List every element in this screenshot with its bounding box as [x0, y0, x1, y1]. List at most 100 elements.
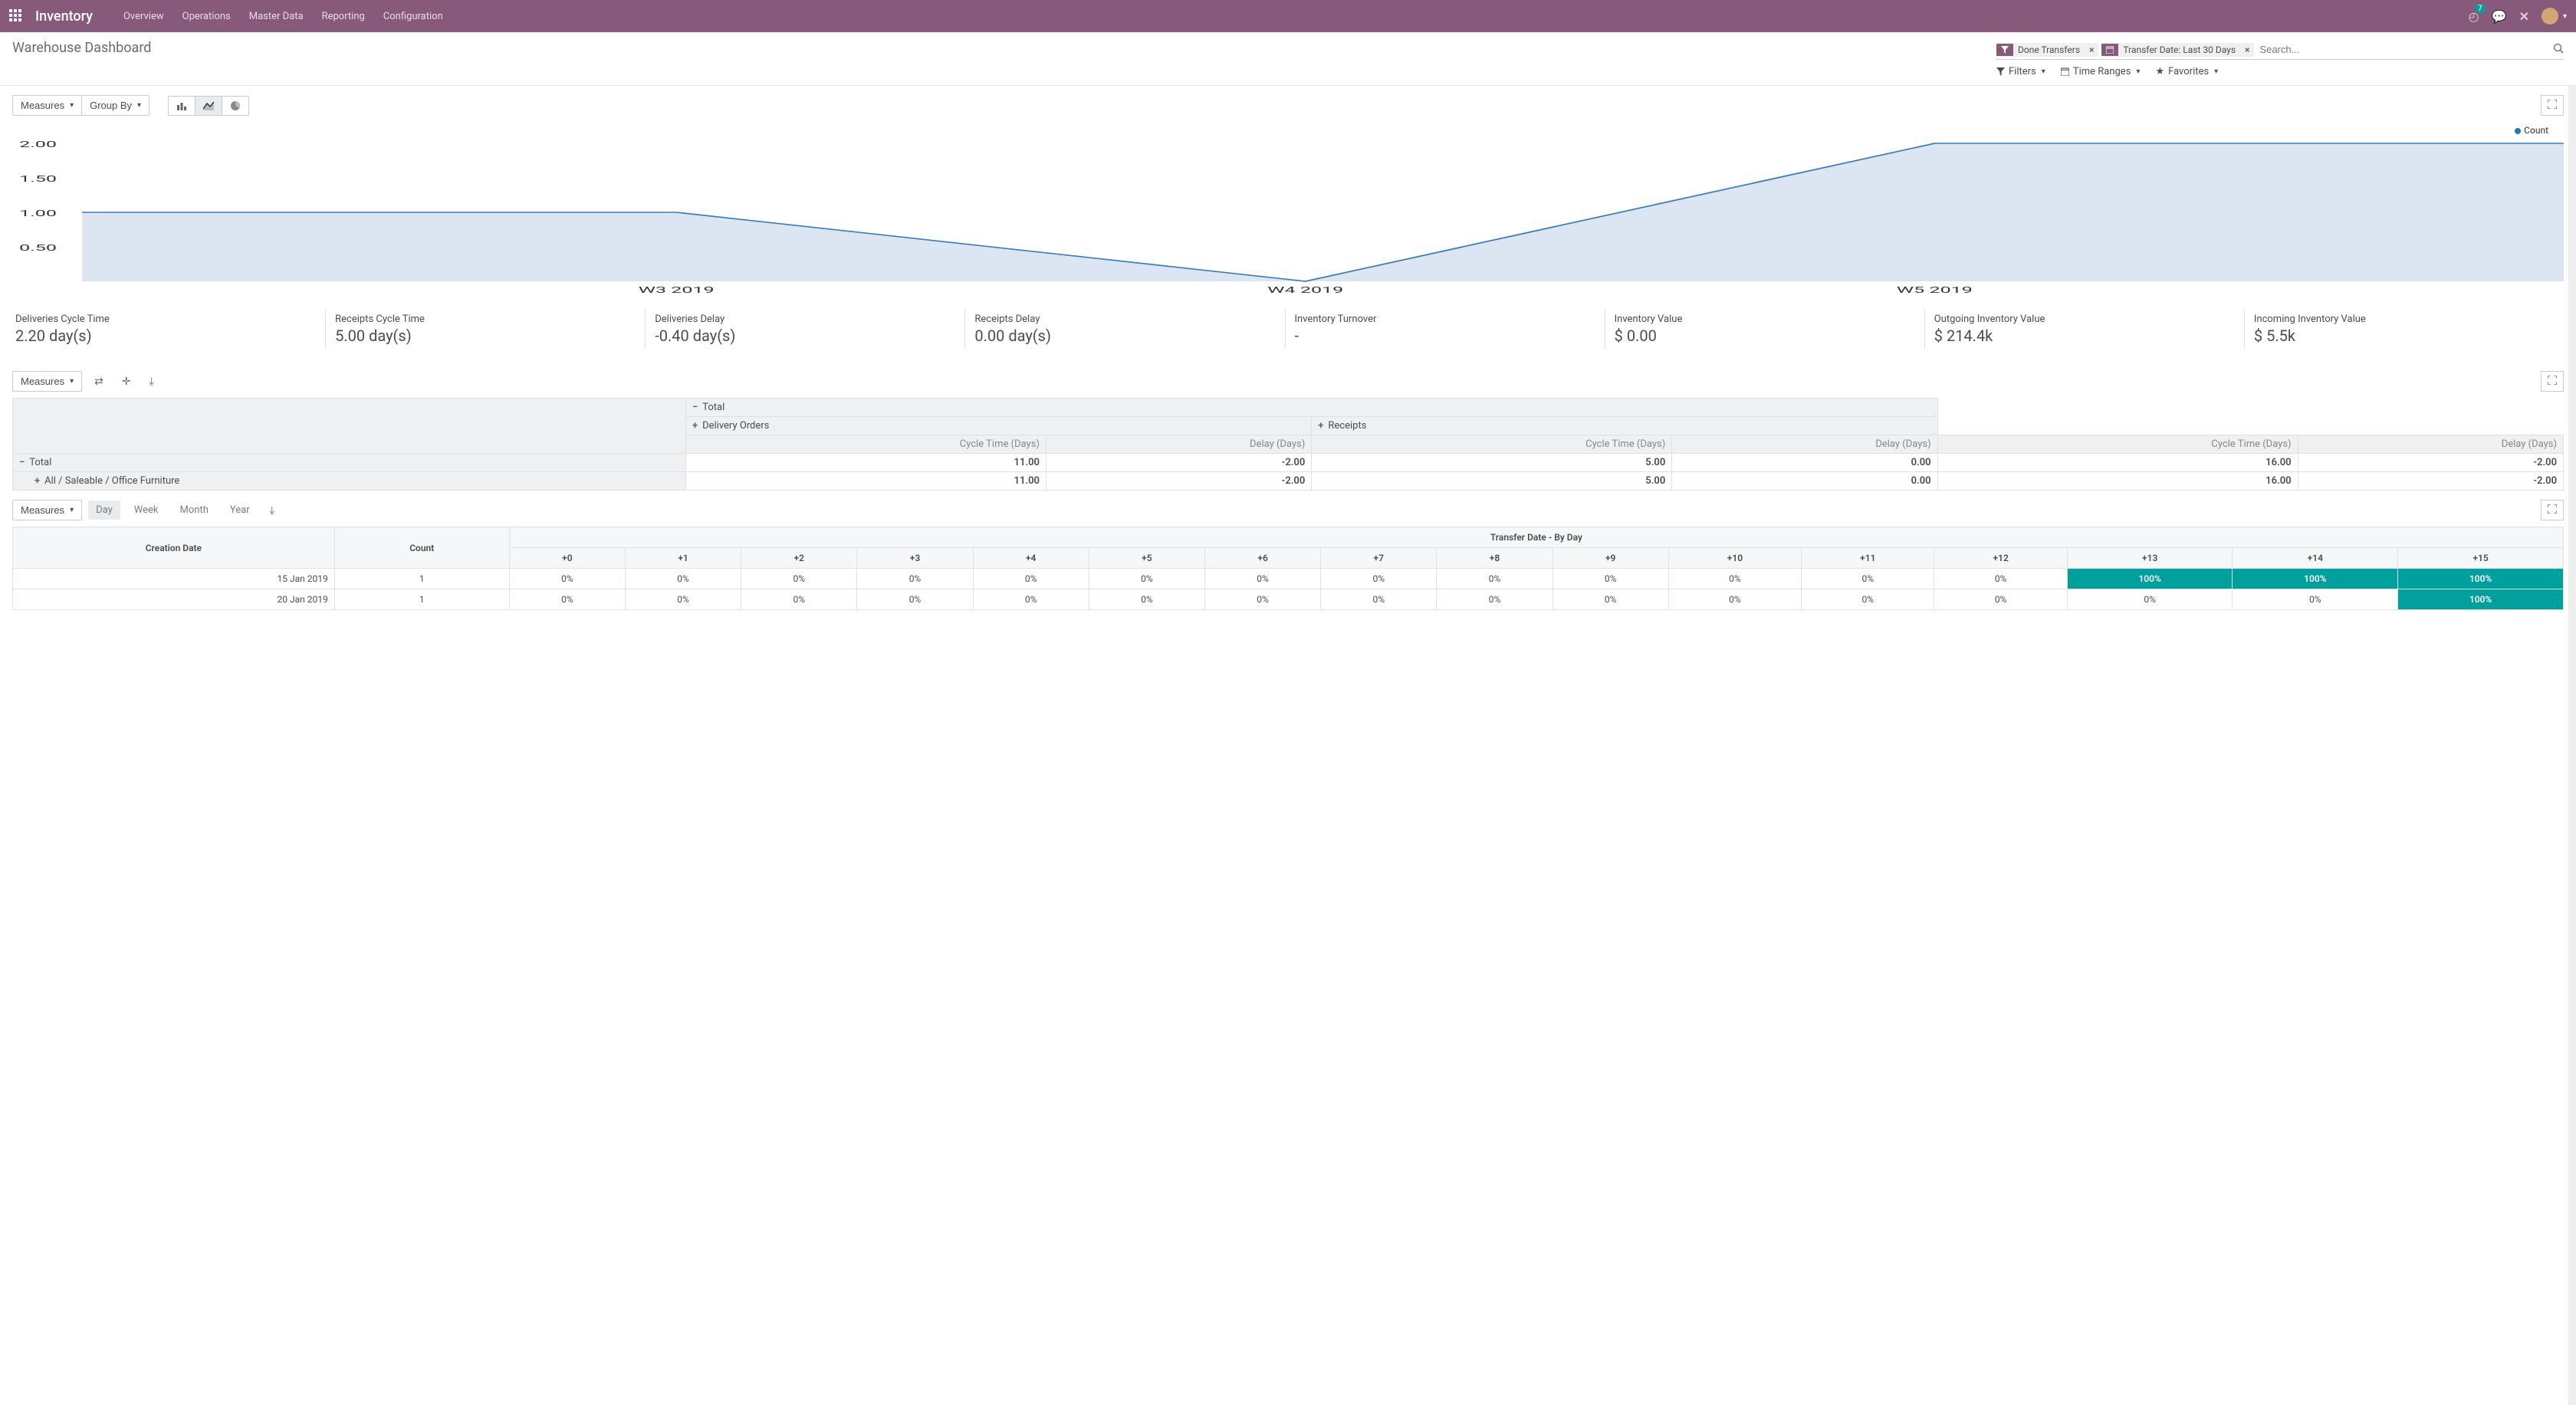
cohort-cell[interactable]: 0%	[1552, 569, 1668, 589]
control-panel: Warehouse Dashboard Done Transfers × Tra…	[0, 32, 2576, 85]
page-title: Warehouse Dashboard	[12, 40, 151, 56]
messaging-icon[interactable]: 💬	[2492, 9, 2507, 24]
count-area-chart: 2.00 1.50 1.00 0.50 W3 2019 W4 2019 W5 2…	[12, 136, 2564, 297]
cohort-toolbar: Measures ▾ Day Week Month Year ⤓	[0, 491, 2576, 527]
cohort-cell[interactable]: 0%	[1934, 589, 2067, 610]
cohort-cell[interactable]: 0%	[1089, 589, 1204, 610]
cohort-cell[interactable]: 0%	[857, 569, 973, 589]
cohort-cell[interactable]: 0%	[625, 589, 741, 610]
search-box[interactable]: Done Transfers × Transfer Date: Last 30 …	[1996, 40, 2564, 60]
cohort-cell[interactable]: 0%	[509, 569, 625, 589]
metric-card: Incoming Inventory Value$ 5.5k	[2244, 309, 2564, 350]
expand-icon[interactable]	[2541, 371, 2564, 392]
cohort-cell[interactable]: 100%	[2398, 569, 2564, 589]
period-week[interactable]: Week	[127, 501, 166, 520]
expand-icon[interactable]: +	[692, 420, 698, 432]
cohort-offset-header: +11	[1802, 548, 1934, 569]
cohort-cell[interactable]: 0%	[1204, 589, 1320, 610]
bar-chart-icon[interactable]	[168, 96, 196, 116]
cohort-offset-header: +10	[1668, 548, 1801, 569]
favorites-dropdown[interactable]: ★ Favorites ▾	[2155, 66, 2218, 77]
nav-operations[interactable]: Operations	[173, 11, 240, 22]
cohort-cell[interactable]: 0%	[1204, 569, 1320, 589]
nav-configuration[interactable]: Configuration	[374, 11, 452, 22]
cohort-cell[interactable]: 0%	[973, 589, 1089, 610]
cohort-offset-header: +4	[973, 548, 1089, 569]
metrics-row: Deliveries Cycle Time2.20 day(s) Receipt…	[0, 303, 2576, 362]
top-nav: Inventory Overview Operations Master Dat…	[0, 0, 2576, 32]
metric-card: Receipts Cycle Time5.00 day(s)	[325, 309, 645, 350]
cohort-offset-header: +15	[2398, 548, 2564, 569]
svg-text:W3 2019: W3 2019	[639, 285, 715, 295]
download-icon[interactable]: ⤓	[143, 372, 160, 392]
period-month[interactable]: Month	[172, 501, 216, 520]
filters-dropdown[interactable]: Filters ▾	[1996, 66, 2045, 77]
expand-icon[interactable]: +	[1318, 420, 1323, 432]
facet-close-icon[interactable]: ×	[2085, 44, 2098, 55]
line-chart-icon[interactable]	[196, 96, 222, 116]
nav-reporting[interactable]: Reporting	[313, 11, 374, 22]
cohort-cell[interactable]: 0%	[1934, 569, 2067, 589]
nav-overview[interactable]: Overview	[114, 11, 173, 22]
facet-close-icon[interactable]: ×	[2240, 44, 2254, 55]
expand-icon[interactable]	[2541, 95, 2564, 116]
measures-button[interactable]: Measures ▾	[12, 500, 82, 520]
cohort-cell[interactable]: 0%	[1668, 569, 1801, 589]
cohort-offset-header: +7	[1321, 548, 1437, 569]
measures-button[interactable]: Measures ▾	[12, 371, 82, 392]
swap-axis-icon[interactable]: ⇄	[88, 372, 110, 392]
cohort-cell[interactable]: 0%	[1321, 569, 1437, 589]
collapse-icon[interactable]: −	[692, 402, 698, 413]
cohort-offset-header: +12	[1934, 548, 2067, 569]
cohort-offset-header: +0	[509, 548, 625, 569]
collapse-icon[interactable]: −	[19, 457, 25, 468]
cohort-cell[interactable]: 0%	[973, 569, 1089, 589]
cohort-cell[interactable]: 0%	[857, 589, 973, 610]
cohort-cell[interactable]: 0%	[1321, 589, 1437, 610]
pie-chart-icon[interactable]	[222, 96, 249, 116]
expand-icon[interactable]	[2541, 500, 2564, 520]
scrollbar[interactable]	[2568, 86, 2576, 1405]
period-day[interactable]: Day	[88, 501, 120, 520]
svg-text:2.00: 2.00	[19, 140, 57, 149]
pivot-table: −Total +Delivery Orders +Receipts Cycle …	[12, 398, 2564, 491]
activity-icon[interactable]: ◴ 7	[2469, 9, 2479, 24]
period-year[interactable]: Year	[222, 501, 258, 520]
expand-all-icon[interactable]: ✛	[116, 372, 137, 392]
download-icon[interactable]: ⤓	[264, 501, 281, 520]
cohort-cell[interactable]: 100%	[2067, 569, 2233, 589]
graph-toolbar: Measures ▾ Group By ▾	[0, 86, 2576, 122]
cohort-offset-header: +9	[1552, 548, 1668, 569]
cohort-cell[interactable]: 0%	[741, 589, 857, 610]
cohort-cell[interactable]: 0%	[1437, 589, 1552, 610]
cohort-cell[interactable]: 0%	[1802, 569, 1934, 589]
metric-card: Receipts Delay0.00 day(s)	[964, 309, 1284, 350]
nav-master-data[interactable]: Master Data	[240, 11, 313, 22]
app-brand[interactable]: Inventory	[35, 8, 93, 25]
cohort-cell[interactable]: 0%	[1437, 569, 1552, 589]
user-menu[interactable]: ▾	[2542, 8, 2567, 25]
cohort-cell[interactable]: 0%	[625, 569, 741, 589]
cohort-date: 20 Jan 2019	[13, 589, 335, 610]
groupby-button[interactable]: Group By ▾	[82, 95, 150, 116]
cohort-cell[interactable]: 0%	[1089, 569, 1204, 589]
cohort-cell[interactable]: 100%	[2398, 589, 2564, 610]
cohort-cell[interactable]: 0%	[1552, 589, 1668, 610]
expand-icon[interactable]: +	[34, 475, 40, 487]
cohort-cell[interactable]: 100%	[2233, 569, 2398, 589]
cohort-cell[interactable]: 0%	[2233, 589, 2398, 610]
cohort-cell[interactable]: 0%	[1668, 589, 1801, 610]
activity-badge: 7	[2475, 5, 2486, 13]
measures-button[interactable]: Measures ▾	[12, 95, 82, 116]
cohort-cell[interactable]: 0%	[2067, 589, 2233, 610]
cohort-offset-header: +8	[1437, 548, 1552, 569]
close-icon[interactable]: ✕	[2519, 9, 2529, 24]
cohort-cell[interactable]: 0%	[509, 589, 625, 610]
cohort-cell[interactable]: 0%	[741, 569, 857, 589]
cohort-cell[interactable]: 0%	[1802, 589, 1934, 610]
search-icon[interactable]	[2553, 43, 2564, 57]
time-ranges-dropdown[interactable]: Time Ranges ▾	[2061, 66, 2141, 77]
apps-icon[interactable]	[9, 9, 23, 23]
cohort-count: 1	[334, 589, 509, 610]
search-input[interactable]	[2257, 41, 2548, 57]
